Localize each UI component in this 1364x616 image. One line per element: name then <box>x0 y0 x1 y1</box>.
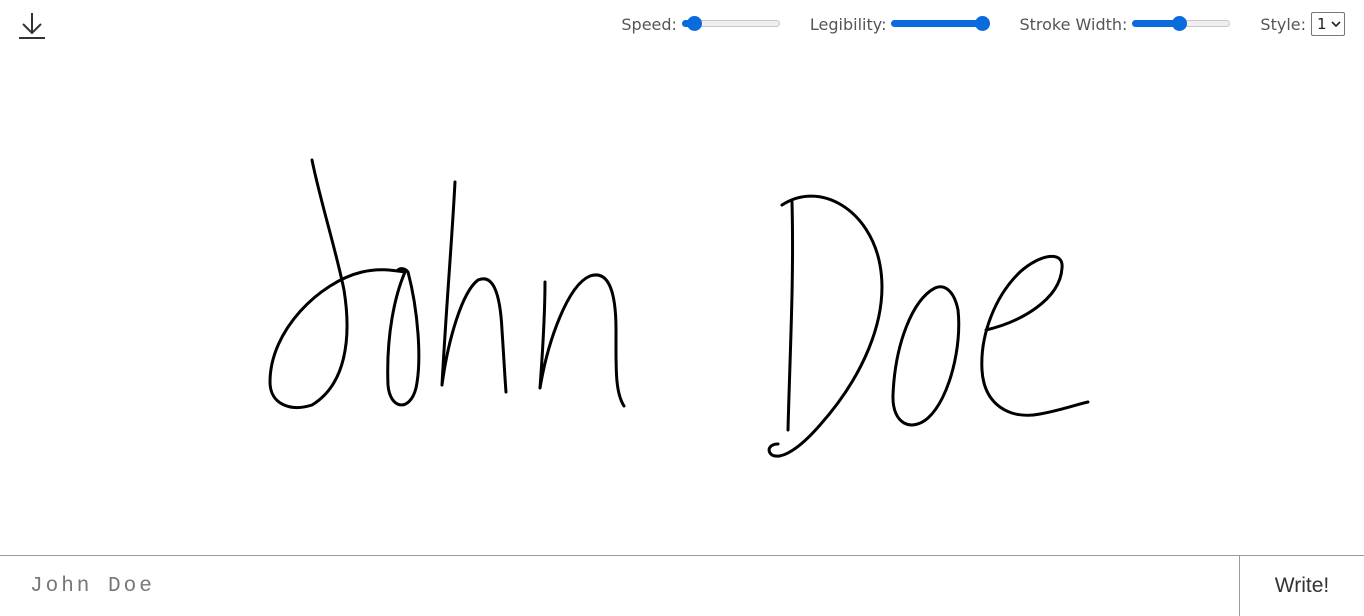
stroke-width-control: Stroke Width: <box>1019 14 1231 34</box>
toolbar-controls: Speed: Legibility: Stroke Width: Style: … <box>621 10 1345 38</box>
speed-slider[interactable] <box>681 16 780 32</box>
stroke-width-label: Stroke Width: <box>1019 14 1128 34</box>
legibility-slider-thumb[interactable] <box>974 16 990 31</box>
legibility-slider-fill <box>891 20 982 27</box>
speed-control: Speed: <box>621 15 780 34</box>
stroke-width-slider-thumb[interactable] <box>1172 16 1188 31</box>
legibility-slider[interactable] <box>891 16 990 32</box>
handwritten-signature <box>268 158 1090 458</box>
handwriting-canvas <box>0 60 1364 550</box>
handwriting-app: Speed: Legibility: Stroke Width: Style: … <box>0 0 1364 616</box>
legibility-label: Legibility: <box>809 14 887 34</box>
stroke-width-slider[interactable] <box>1132 16 1231 32</box>
chevron-down-icon <box>1331 21 1341 28</box>
style-select[interactable]: 1 <box>1311 12 1345 36</box>
speed-label: Speed: <box>621 14 677 34</box>
legibility-control: Legibility: <box>810 15 990 34</box>
style-label: Style: <box>1260 14 1306 34</box>
speed-slider-thumb[interactable] <box>686 16 702 31</box>
style-select-value: 1 <box>1317 15 1327 33</box>
write-button[interactable]: Write! <box>1239 556 1364 616</box>
download-button[interactable] <box>14 8 50 44</box>
download-icon <box>19 13 45 39</box>
style-control: Style: 1 <box>1260 12 1345 36</box>
bottom-bar: John Doe Write! <box>0 555 1364 616</box>
text-input[interactable]: John Doe <box>0 556 1239 616</box>
